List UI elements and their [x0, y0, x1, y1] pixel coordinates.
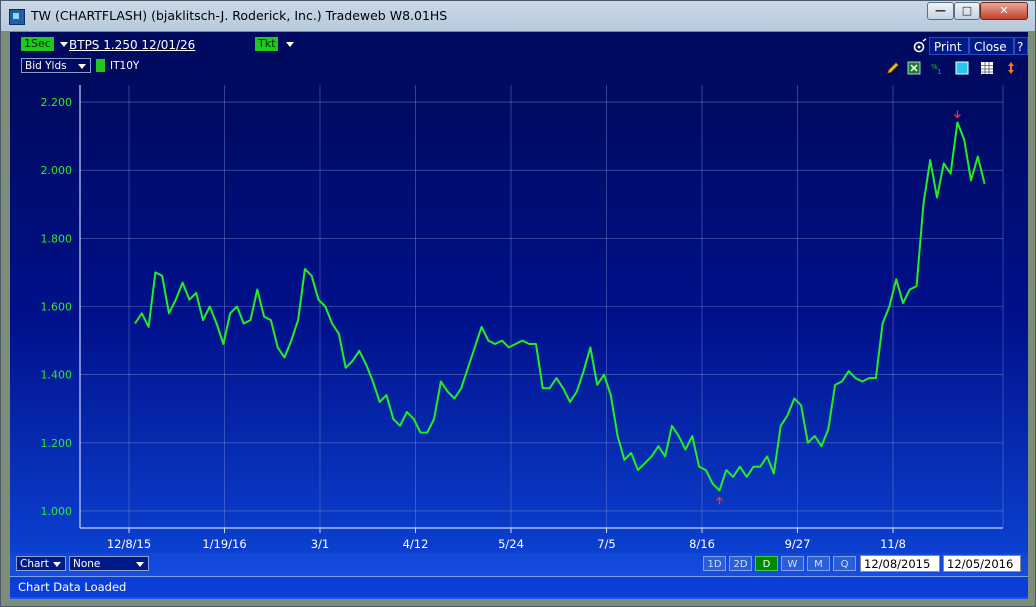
study-value: None	[73, 558, 101, 570]
interval-select[interactable]: 1Sec	[21, 37, 54, 51]
range-button-2d[interactable]: 2D	[729, 556, 752, 571]
x-tick-label: 8/16	[689, 537, 715, 551]
y-tick-label: 1.600	[41, 301, 73, 314]
series-legend-label: IT10Y	[110, 60, 140, 72]
close-chart-button[interactable]: Close	[969, 37, 1014, 55]
study-chevron-down-icon	[136, 562, 144, 567]
interval-dropdown-icon[interactable]	[60, 42, 68, 47]
pencil-icon[interactable]	[886, 61, 900, 75]
svg-text:1: 1	[937, 68, 941, 75]
percent-icon[interactable]: % 1	[930, 61, 944, 75]
status-message: Chart Data Loaded	[18, 580, 127, 594]
minimize-icon: —	[935, 4, 946, 17]
window-title: TW (CHARTFLASH) (bjaklitsch-J. Roderick,…	[31, 8, 448, 23]
title-bar[interactable]: TW (CHARTFLASH) (bjaklitsch-J. Roderick,…	[1, 1, 1035, 31]
print-button[interactable]: Print	[929, 37, 969, 55]
field-select[interactable]: Bid Ylds	[21, 58, 91, 73]
range-button-m[interactable]: M	[807, 556, 830, 571]
x-tick-label: 3/1	[311, 537, 330, 551]
excel-icon[interactable]	[907, 61, 921, 75]
x-tick-label: 11/8	[880, 537, 906, 551]
bottom-controls: Chart None 1D 2D D W M Q 12/08/2015 12/0…	[10, 553, 1028, 573]
y-tick-label: 1.400	[41, 369, 73, 382]
y-tick-label: 1.200	[41, 437, 73, 450]
start-date-input[interactable]: 12/08/2015	[860, 555, 940, 572]
ticket-dropdown-icon[interactable]	[286, 42, 294, 47]
range-button-d[interactable]: D	[755, 556, 778, 571]
maximize-button[interactable]: □	[954, 2, 980, 20]
instrument-link[interactable]: BTPS 1.250 12/01/26	[69, 38, 195, 52]
y-tick-label: 2.000	[41, 164, 73, 177]
end-date-input[interactable]: 12/05/2016	[943, 555, 1021, 572]
minimize-button[interactable]: —	[927, 2, 954, 20]
color-square-icon[interactable]	[955, 61, 969, 75]
chart-toolbar: 1Sec BTPS 1.250 12/01/26 Tkt Print Close…	[10, 32, 1028, 80]
series-color-swatch	[96, 59, 105, 72]
chart-type-select[interactable]: Chart	[16, 556, 66, 571]
x-tick-label: 7/5	[597, 537, 616, 551]
chart-client-area: 1Sec BTPS 1.250 12/01/26 Tkt Print Close…	[10, 32, 1028, 599]
grid-icon[interactable]	[980, 61, 994, 75]
study-select[interactable]: None	[69, 556, 149, 571]
x-tick-label: 1/19/16	[202, 537, 246, 551]
x-tick-label: 12/8/15	[107, 537, 151, 551]
y-tick-label: 1.000	[41, 505, 73, 518]
range-button-w[interactable]: W	[781, 556, 804, 571]
status-bar: Chart Data Loaded	[10, 576, 1028, 597]
y-tick-label: 2.200	[41, 96, 73, 109]
chartflash-window: TW (CHARTFLASH) (bjaklitsch-J. Roderick,…	[0, 0, 1036, 607]
vertical-arrows-icon[interactable]	[1004, 61, 1018, 75]
field-select-value: Bid Ylds	[25, 60, 67, 72]
field-select-chevron-down-icon	[78, 64, 86, 69]
settings-icon[interactable]	[909, 37, 929, 55]
x-tick-label: 4/12	[403, 537, 429, 551]
chart-type-value: Chart	[20, 558, 49, 570]
x-tick-label: 9/27	[785, 537, 811, 551]
window-close-button[interactable]: ✕	[980, 2, 1028, 20]
y-tick-label: 1.800	[41, 232, 73, 245]
close-icon: ✕	[999, 4, 1009, 17]
tradeweb-app-icon	[9, 9, 25, 25]
x-tick-label: 5/24	[498, 537, 524, 551]
plot-background	[10, 80, 1028, 553]
x-axis-tick-labels: 12/8/15 1/19/16 3/1 4/12 5/24 7/5 8/16 9/27 11/8	[107, 537, 906, 551]
ticket-button[interactable]: Tkt	[255, 37, 279, 51]
range-button-q[interactable]: Q	[833, 556, 856, 571]
help-button[interactable]: ?	[1014, 37, 1028, 55]
maximize-icon: □	[961, 4, 973, 17]
chart-type-chevron-down-icon	[53, 562, 61, 567]
chart-plot[interactable]: 1.000 1.200 1.400 1.600 1.800 2.000 2.200 12/8…	[10, 80, 1028, 553]
range-button-1d[interactable]: 1D	[703, 556, 726, 571]
